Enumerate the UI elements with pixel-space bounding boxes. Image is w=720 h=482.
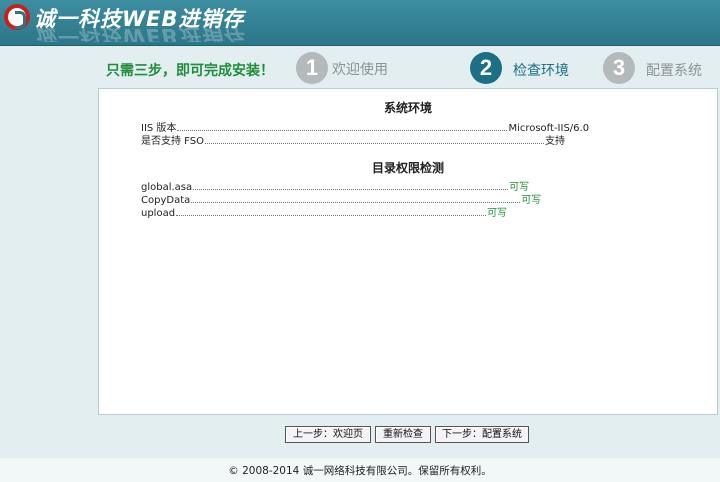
perm-row: upload 可写 [141,208,507,220]
check-panel: 系统环境 IIS 版本 Microsoft-IIS/6.0 是否支持 FSO 支… [98,88,718,415]
env-row: 是否支持 FSO 支持 [141,136,565,148]
step-1-label: 欢迎使用 [332,62,388,78]
perm-row: CopyData 可写 [141,195,541,207]
dir-permission: 可写 [521,195,542,206]
env-item-value: Microsoft-IIS/6.0 [508,123,590,134]
step-1-number: 1 [296,52,328,84]
dir-name: global.asa [141,182,193,193]
step-2-number: 2 [470,52,502,84]
dir-name: CopyData [141,195,191,206]
install-steps: 只需三步，即可完成安装！ 1 欢迎使用 2 检查环境 3 配置系统 [0,46,720,88]
leader-dots [176,208,487,216]
leader-dots [193,182,509,190]
steps-intro: 只需三步，即可完成安装！ [106,63,274,79]
action-buttons: 上一步：欢迎页 重新检查 下一步：配置系统 [0,426,720,444]
step-3-number: 3 [603,52,635,84]
logo-icon [4,4,30,30]
env-row: IIS 版本 Microsoft-IIS/6.0 [141,123,589,135]
env-item-name: 是否支持 FSO [141,136,204,147]
perm-row: global.asa 可写 [141,182,529,194]
step-3-label: 配置系统 [646,63,702,79]
footer: © 2008-2014 诚一网络科技有限公司。保留所有权利。 [0,458,720,482]
header-bar: 诚一科技WEB进销存 诚一科技WEB进销存 [0,0,720,46]
env-section-title: 系统环境 [383,101,432,115]
prev-button[interactable]: 上一步：欢迎页 [285,426,371,443]
leader-dots [204,136,544,144]
dir-permission: 可写 [509,182,530,193]
copyright-text: © 2008-2014 诚一网络科技有限公司。保留所有权利。 [228,465,492,477]
step-2-label: 检查环境 [513,63,569,79]
env-item-value: 支持 [544,136,565,147]
env-item-name: IIS 版本 [141,123,177,134]
leader-dots [191,195,521,203]
leader-dots [177,123,508,131]
dir-name: upload [141,208,176,219]
recheck-button[interactable]: 重新检查 [375,426,431,443]
dir-permission: 可写 [487,208,508,219]
next-button[interactable]: 下一步：配置系统 [435,426,529,443]
app-title-reflection: 诚一科技WEB进销存 [34,26,245,42]
perm-section-title: 目录权限检测 [371,161,444,175]
